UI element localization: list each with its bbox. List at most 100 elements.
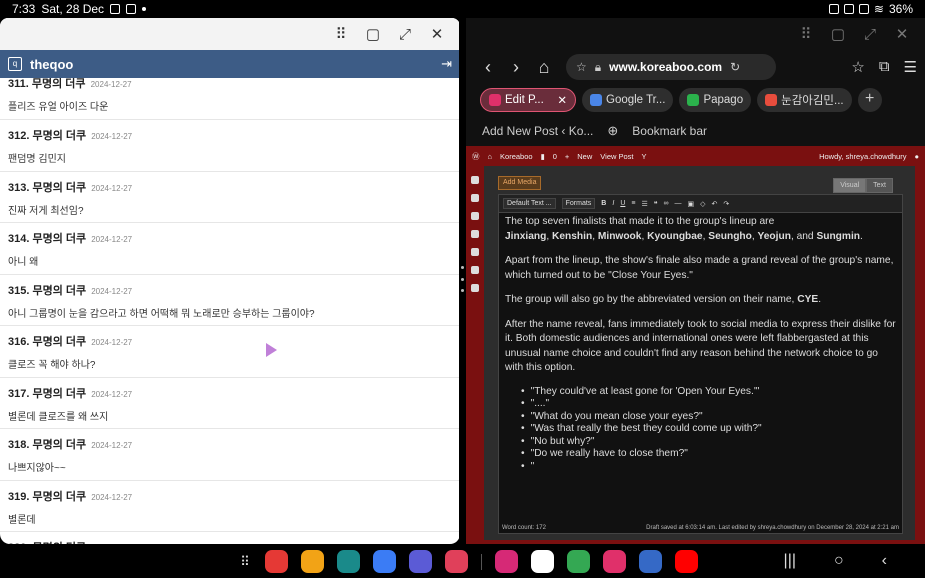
login-icon[interactable]: ⇥ (441, 56, 452, 72)
comment-item[interactable]: 317. 무명의 더쿠 2024-12-27 별론데 클로즈를 왜 쓰지 (0, 378, 460, 429)
view-post-link[interactable]: View Post (600, 152, 633, 161)
link-icon[interactable]: ∞ (664, 200, 669, 207)
tools-icon[interactable] (471, 248, 479, 256)
app-icon-red[interactable] (265, 550, 288, 573)
close-icon[interactable]: ✕ (893, 25, 911, 43)
tab-visual[interactable]: Visual (833, 178, 867, 193)
comment-item[interactable]: 318. 무명의 더쿠 2024-12-27 나쁘지않아~~ (0, 429, 460, 481)
forward-icon[interactable]: › (502, 57, 530, 78)
bookmark-bar-label[interactable]: Bookmark bar (632, 124, 707, 138)
home-button-icon[interactable]: ○ (834, 552, 844, 570)
camera-icon[interactable] (445, 550, 468, 573)
comment-item[interactable]: 312. 무명의 더쿠 2024-12-27 팬덤명 김민지 (0, 120, 460, 172)
chrome-icon[interactable] (567, 550, 590, 573)
new-tab-button[interactable]: + (857, 88, 882, 112)
settings-icon[interactable] (639, 550, 662, 573)
comment-item[interactable]: 313. 무명의 더쿠 2024-12-27 진짜 저게 최선임? (0, 172, 460, 223)
quote-icon[interactable]: ❝ (654, 200, 658, 208)
underline-icon[interactable]: U (620, 200, 625, 207)
bookmark-star-icon[interactable]: ☆ (851, 58, 864, 76)
media-icon[interactable] (471, 212, 479, 220)
comment-icon[interactable] (471, 230, 479, 238)
fan-quote: " (521, 461, 897, 474)
italic-icon[interactable]: I (612, 200, 614, 207)
paragraph-select[interactable]: Default Text ... (503, 198, 556, 209)
bookmark-bar: Add New Post ‹ Ko... ⊕ Bookmark bar (466, 116, 925, 146)
comment-item[interactable]: 314. 무명의 더쿠 2024-12-27 아니 왜 (0, 223, 460, 275)
bold-icon[interactable]: B (601, 200, 606, 207)
comment-item[interactable]: 316. 무명의 더쿠 2024-12-27 클로즈 꼭 해야 하나? (0, 326, 460, 378)
site-name[interactable]: Koreaboo (500, 152, 533, 161)
browser-tab[interactable]: Google Tr... (582, 88, 674, 112)
my-files-icon[interactable] (301, 550, 324, 573)
address-bar[interactable]: ☆ 🔒︎ www.koreaboo.com ↻ (566, 54, 776, 80)
tabs-icon[interactable]: ⧉ (879, 58, 890, 76)
maximize-icon[interactable]: ⤢ (861, 26, 879, 43)
window-menu-icon[interactable]: ⠿ (332, 25, 350, 43)
reload-icon[interactable]: ↻ (730, 60, 740, 74)
blossom-app-icon[interactable] (603, 550, 626, 573)
messages-icon[interactable] (373, 550, 396, 573)
paste-icon[interactable]: ▣ (688, 200, 695, 208)
comment-item[interactable]: 315. 무명의 더쿠 2024-12-27 아니 그룹명이 눈을 감으라고 하면… (0, 275, 460, 326)
browser-tab[interactable]: Papago (679, 88, 752, 112)
howdy-user[interactable]: Howdy, shreya.chowdhury (819, 152, 906, 161)
maximize-icon[interactable]: ⤢ (396, 26, 414, 43)
star-icon[interactable]: ☆ (576, 60, 587, 74)
wordpress-logo-icon[interactable]: Ⓦ (472, 151, 480, 162)
formats-select[interactable]: Formats (561, 198, 596, 209)
woo-icon[interactable] (471, 266, 479, 274)
calendar-icon[interactable] (337, 550, 360, 573)
menu-icon[interactable]: ☰ (904, 58, 917, 76)
hr-icon[interactable]: — (675, 200, 682, 207)
comment-item[interactable]: 320. 무명의 더쿠 (0, 532, 460, 544)
dashboard-icon[interactable] (471, 176, 479, 184)
bookmark-add-new-post[interactable]: Add New Post ‹ Ko... (482, 124, 593, 138)
comment-number: 316. (8, 336, 30, 348)
window-menu-icon[interactable]: ⠿ (797, 25, 815, 43)
fan-quote: "...." (521, 398, 897, 411)
recent-apps-icon[interactable]: ||| (784, 552, 796, 570)
redo-icon[interactable]: ↷ (723, 200, 729, 208)
split-handle[interactable] (461, 266, 464, 292)
draft-status: Draft saved at 6:03:14 am. Last edited b… (646, 525, 899, 531)
url-text: www.koreaboo.com (609, 60, 723, 74)
comments-icon[interactable]: ▮ (541, 152, 545, 161)
numbered-list-icon[interactable]: ≡ (631, 200, 635, 207)
popup-view-icon[interactable]: ▢ (829, 25, 847, 43)
slack-icon[interactable] (531, 550, 554, 573)
undo-icon[interactable]: ↶ (712, 200, 718, 208)
back-button-icon[interactable]: ‹ (882, 552, 887, 570)
youtube-icon[interactable] (675, 550, 698, 573)
browser-tab[interactable]: 눈감아김민... (757, 88, 852, 112)
apps-grid-icon[interactable]: ⠿ (238, 554, 252, 569)
popup-view-icon[interactable]: ▢ (364, 25, 382, 43)
tab-close-icon[interactable]: ✕ (557, 93, 567, 107)
bullet-list-icon[interactable]: ☰ (641, 200, 647, 208)
home-icon[interactable]: ⌂ (488, 152, 493, 161)
comment-item[interactable]: 319. 무명의 더쿠 2024-12-27 별론데 (0, 481, 460, 532)
comment-author: 무명의 더쿠 (32, 233, 87, 245)
tab-favicon-icon (765, 94, 778, 106)
back-icon[interactable]: ‹ (474, 57, 502, 78)
user-icon[interactable]: ● (914, 152, 919, 161)
tab-text[interactable]: Text (866, 178, 893, 193)
new-link[interactable]: New (577, 152, 592, 161)
add-bookmark-icon[interactable]: ⊕ (607, 123, 618, 139)
battery-level: 36% (888, 2, 913, 16)
instagram-icon[interactable] (495, 550, 518, 573)
pin-icon[interactable] (471, 194, 479, 202)
comments-count[interactable]: 0 (553, 152, 557, 161)
yoast-icon[interactable]: Y (642, 152, 647, 161)
home-icon[interactable]: ⌂ (530, 57, 558, 78)
comment-item[interactable]: 311. 무명의 더쿠 2024-12-27 플리즈 유얼 아이즈 다운 (0, 78, 460, 120)
internet-icon[interactable] (409, 550, 432, 573)
clear-format-icon[interactable]: ◇ (700, 200, 705, 208)
new-icon[interactable]: + (565, 152, 569, 161)
post-editor[interactable]: Default Text ... Formats B I U ≡ ☰ ❝ ∞ —… (498, 194, 903, 534)
browser-tab[interactable]: Edit P... ✕ (480, 88, 576, 112)
app-header: q theqoo ⇥ (0, 50, 460, 78)
add-media-button[interactable]: Add Media (498, 176, 542, 190)
play-icon[interactable] (471, 284, 479, 292)
close-icon[interactable]: ✕ (428, 25, 446, 43)
